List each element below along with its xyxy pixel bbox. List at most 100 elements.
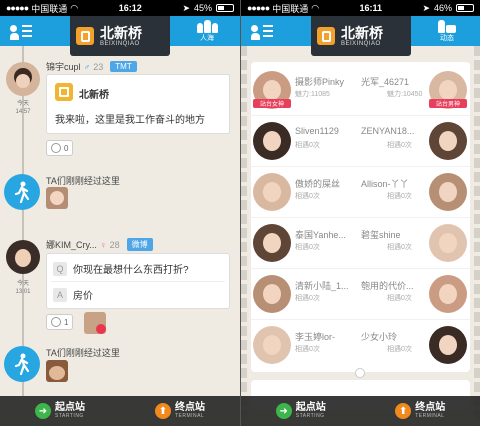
- battery-info: ➤ 45%: [182, 3, 234, 14]
- qa-card[interactable]: Q 你现在最想什么东西打折? A 房价: [46, 253, 230, 309]
- menu-icon: [10, 25, 17, 32]
- people-grid: 摄影师Pinky 魅力:11085 站台女神 光军_46271 魅力:10450 站台男神…: [251, 62, 470, 372]
- menu-line: [22, 30, 32, 32]
- battery-icon: [456, 4, 474, 12]
- start-sub: STARTING: [55, 413, 84, 419]
- username[interactable]: 锦宇cupl: [46, 60, 81, 73]
- feed-screen: ●●●●● 中国联通 ◠ 16:12 ➤ 45% 北新桥 BEIXINQIAO: [0, 0, 240, 426]
- person-meta: 相遇0次: [387, 346, 412, 353]
- battery-icon: [216, 4, 234, 12]
- person-cell[interactable]: Sliven1129 相遇0次: [251, 117, 361, 167]
- post-day: 今天: [16, 101, 29, 107]
- person-cell[interactable]: 光军_46271 魅力:10450 站台男神: [361, 66, 471, 116]
- passer-avatar[interactable]: [46, 360, 68, 382]
- wifi-icon: ◠: [311, 2, 320, 13]
- post-time: 今天 13:01: [4, 280, 42, 296]
- menu-line: [22, 35, 32, 37]
- question-row: Q 你现在最想什么东西打折?: [47, 258, 229, 279]
- person-name: 摄影师Pinky: [295, 77, 345, 87]
- person-meta: 相遇0次: [387, 142, 412, 149]
- grid-divider: [251, 319, 470, 320]
- menu-button[interactable]: [251, 22, 273, 40]
- end-station-button[interactable]: ⬆ 终点站 TERMINAL: [120, 403, 240, 419]
- nav-bar: 北新桥 BEIXINQIAO 人海: [0, 16, 240, 56]
- person-cell[interactable]: 清新小陆_1... 相遇0次: [251, 270, 361, 320]
- wifi-icon: ◠: [70, 2, 79, 13]
- crowd-button[interactable]: 人海: [192, 19, 222, 43]
- end-label: 终点站: [175, 402, 205, 413]
- station-pinyin: BEIXINQIAO: [341, 40, 381, 47]
- avatar[interactable]: [429, 275, 467, 313]
- post-time: 今天 14:57: [4, 100, 42, 116]
- menu-line: [263, 35, 273, 37]
- avatar[interactable]: [429, 326, 467, 364]
- carrier-info: ●●●●● 中国联通 ◠: [247, 2, 319, 15]
- person-cell[interactable]: Allison-丫丫 相遇0次: [361, 168, 471, 218]
- menu-line: [263, 30, 273, 32]
- person-name: Allison-丫丫: [361, 179, 409, 189]
- person-cell[interactable]: 匏用的代价... 相遇0次: [361, 270, 471, 320]
- start-label: 起点站: [55, 402, 85, 413]
- person-cell[interactable]: 摄影师Pinky 魅力:11085 站台女神: [251, 66, 361, 116]
- source-tag: 微博: [126, 238, 153, 251]
- carrier-label: 中国联通: [31, 3, 68, 14]
- like-button[interactable]: 0: [46, 140, 74, 156]
- q-letter: Q: [53, 261, 67, 276]
- avatar[interactable]: [253, 275, 291, 313]
- avatar[interactable]: [253, 122, 291, 160]
- person-cell[interactable]: 泰国Yanhe... 相遇0次: [251, 219, 361, 269]
- people-screen: ●●●●● 中国联通 ◠ 16:11 ➤ 46% 北新桥 BEIXINQIAO: [240, 0, 480, 426]
- rank-badge: 站台女神: [253, 99, 291, 108]
- person-cell[interactable]: ZENYAN18... 相遇0次: [361, 117, 471, 167]
- location-icon: ➤: [422, 2, 430, 13]
- person-meta: 相遇0次: [295, 142, 320, 149]
- person-meta: 相遇0次: [295, 244, 320, 251]
- card-text: 我来啦，这里是我工作奋斗的地方: [55, 115, 205, 126]
- grid-divider: [251, 115, 470, 116]
- passer-avatar[interactable]: [46, 187, 68, 209]
- person-cell[interactable]: 碧玺shine 相遇0次: [361, 219, 471, 269]
- carrier-label: 中国联通: [272, 3, 309, 14]
- menu-button[interactable]: [10, 22, 32, 40]
- right-rail: [474, 46, 480, 426]
- smile-icon: [51, 317, 61, 327]
- train-icon: [317, 27, 335, 45]
- end-label: 终点站: [415, 402, 446, 413]
- post-day: 今天: [16, 281, 29, 287]
- avatar[interactable]: [429, 173, 467, 211]
- crowd-label: 人海: [200, 35, 214, 42]
- person-cell[interactable]: 傲娇的屎丝 相遇0次: [251, 168, 361, 218]
- pull-handle[interactable]: [355, 368, 365, 378]
- grid-divider: [251, 268, 470, 269]
- start-station-button[interactable]: ➜ 起点站 STARTING: [241, 403, 361, 419]
- station-title[interactable]: 北新桥 BEIXINQIAO: [311, 16, 411, 56]
- person-name: 光军_46271: [361, 77, 410, 87]
- location-icon: ➤: [182, 2, 190, 13]
- avatar[interactable]: [6, 62, 40, 96]
- activity-button[interactable]: 动态: [432, 19, 462, 43]
- clock: 16:12: [118, 3, 142, 13]
- person-cell[interactable]: 少女小玲 相遇0次: [361, 321, 471, 371]
- avatar[interactable]: [6, 240, 40, 274]
- avatar[interactable]: [253, 173, 291, 211]
- end-sub: TERMINAL: [175, 413, 205, 419]
- post-header: 锦宇cupl ♂ 23 TMT: [46, 60, 137, 73]
- avatar[interactable]: [429, 224, 467, 262]
- person-meta: 相遇0次: [295, 295, 320, 302]
- end-station-button[interactable]: ⬆ 终点站 TERMINAL: [361, 403, 480, 419]
- start-station-button[interactable]: ➜ 起点站 STARTING: [0, 403, 120, 419]
- like-button[interactable]: 1: [46, 314, 74, 330]
- answer-text: 房价: [73, 291, 93, 302]
- like-count: 1: [64, 317, 69, 327]
- person-name: 匏用的代价...: [361, 281, 414, 291]
- liker-avatar[interactable]: [84, 312, 106, 334]
- avatar[interactable]: [253, 326, 291, 364]
- avatar[interactable]: [429, 122, 467, 160]
- building-icon: [55, 83, 73, 101]
- avatar[interactable]: [253, 224, 291, 262]
- person-meta: 相遇0次: [387, 244, 412, 251]
- person-cell[interactable]: 李玉婷lor- 相遇0次: [251, 321, 361, 371]
- person-name: 李玉婷lor-: [295, 332, 335, 342]
- post-card[interactable]: 北新桥 我来啦，这里是我工作奋斗的地方: [46, 74, 230, 134]
- username[interactable]: 娜KIM_Cry...: [46, 238, 97, 251]
